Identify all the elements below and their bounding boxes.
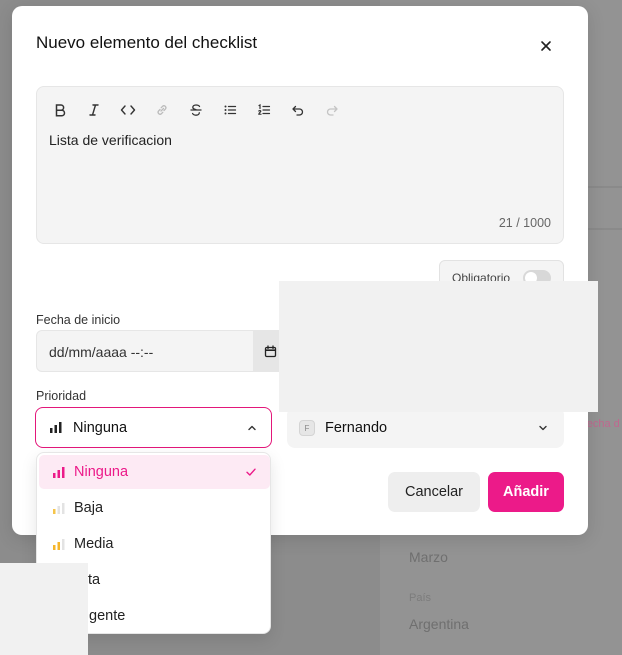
bullet-list-button[interactable]	[217, 99, 243, 121]
blank-block	[0, 563, 88, 655]
close-button[interactable]	[536, 36, 556, 56]
character-counter: 21 / 1000	[498, 216, 551, 230]
priority-option-label: gente	[89, 608, 126, 624]
priority-bars-icon	[53, 539, 65, 550]
italic-button[interactable]	[81, 99, 107, 121]
code-icon	[120, 105, 136, 115]
bold-icon	[55, 104, 66, 117]
undo-button[interactable]	[285, 99, 311, 121]
priority-option-label: Media	[74, 536, 114, 552]
undo-icon	[292, 105, 304, 116]
bg-label-country: País	[409, 592, 432, 604]
assignee-select[interactable]: F Fernando	[287, 407, 564, 448]
priority-option-label: Ninguna	[74, 464, 129, 480]
calendar-icon	[264, 344, 276, 357]
start-date-label: Fecha de inicio	[36, 313, 121, 327]
ordered-list-button[interactable]	[251, 99, 277, 121]
strikethrough-icon	[190, 104, 202, 116]
priority-bars-icon	[50, 422, 62, 433]
priority-option-label: Baja	[74, 500, 104, 516]
code-button[interactable]	[115, 99, 141, 121]
priority-bars-icon	[53, 503, 65, 514]
italic-icon	[89, 104, 99, 116]
priority-selected-value: Ninguna	[73, 420, 128, 436]
blank-panel	[279, 281, 598, 412]
editor-content[interactable]: Lista de verificacion	[49, 132, 172, 148]
ordered-list-icon	[258, 104, 271, 115]
bg-value-country: Argentina	[409, 616, 469, 632]
rich-text-editor[interactable]: Lista de verificacion 21 / 1000	[36, 86, 564, 244]
link-button[interactable]	[149, 99, 175, 121]
strikethrough-button[interactable]	[183, 99, 209, 121]
chevron-down-icon	[539, 425, 547, 431]
priority-option-label: ta	[88, 572, 101, 588]
redo-icon	[326, 105, 338, 116]
priority-label: Prioridad	[36, 389, 87, 403]
cancel-button[interactable]: Cancelar	[388, 472, 480, 512]
priority-option-baja[interactable]: Baja	[39, 491, 270, 525]
assignee-name: Fernando	[325, 420, 388, 436]
priority-option-ninguna[interactable]: Ninguna	[39, 455, 270, 489]
editor-toolbar	[47, 99, 345, 121]
priority-bars-icon	[53, 467, 65, 478]
start-date-value: dd/mm/aaaa --:--	[49, 344, 154, 360]
chevron-up-icon	[248, 425, 256, 431]
start-date-input[interactable]: dd/mm/aaaa --:--	[36, 330, 287, 372]
assignee-avatar: F	[299, 420, 315, 436]
link-icon	[157, 105, 167, 115]
add-button[interactable]: Añadir	[488, 472, 564, 512]
bullet-list-icon	[224, 105, 237, 115]
priority-option-media[interactable]: Media	[39, 527, 270, 561]
priority-select[interactable]: Ninguna	[35, 407, 272, 448]
close-icon	[541, 41, 551, 51]
bold-button[interactable]	[47, 99, 73, 121]
bg-value-month: Marzo	[409, 549, 448, 565]
redo-button[interactable]	[319, 99, 345, 121]
dialog-title: Nuevo elemento del checklist	[36, 33, 258, 52]
check-icon	[246, 468, 256, 476]
